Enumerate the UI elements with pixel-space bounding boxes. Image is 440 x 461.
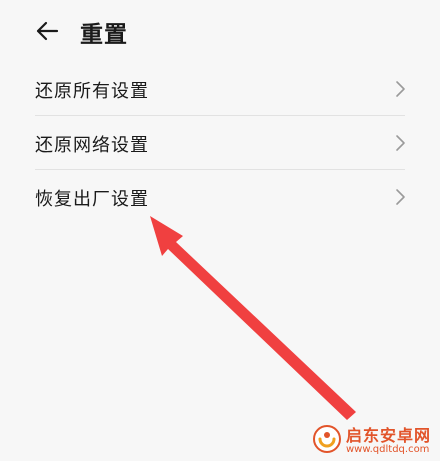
page-title: 重置 — [80, 22, 128, 48]
watermark: 启东安卓网 www.qdltdq.com — [312, 420, 440, 461]
factory-reset-item[interactable]: 恢复出厂设置 — [0, 170, 440, 224]
chevron-right-icon — [396, 81, 405, 97]
reset-all-settings-item[interactable]: 还原所有设置 — [0, 62, 440, 116]
chevron-right-icon — [396, 189, 405, 205]
list-item-label: 恢复出厂设置 — [35, 189, 149, 210]
list-item-label: 还原所有设置 — [35, 81, 149, 102]
app-header: 重置 — [0, 0, 440, 64]
reset-settings-screen: 重置 还原所有设置 还原网络设置 恢复出厂设置 启东安卓网 www.qdltdq… — [0, 0, 440, 461]
watermark-logo-icon — [313, 425, 341, 453]
settings-list: 还原所有设置 还原网络设置 恢复出厂设置 — [0, 62, 440, 224]
arrow-left-icon — [36, 21, 59, 41]
watermark-title: 启东安卓网 — [346, 426, 432, 445]
back-button[interactable] — [30, 14, 64, 48]
list-item-label: 还原网络设置 — [35, 135, 149, 156]
watermark-url: www.qdltdq.com — [346, 444, 430, 455]
chevron-right-icon — [396, 135, 405, 151]
reset-network-settings-item[interactable]: 还原网络设置 — [0, 116, 440, 170]
